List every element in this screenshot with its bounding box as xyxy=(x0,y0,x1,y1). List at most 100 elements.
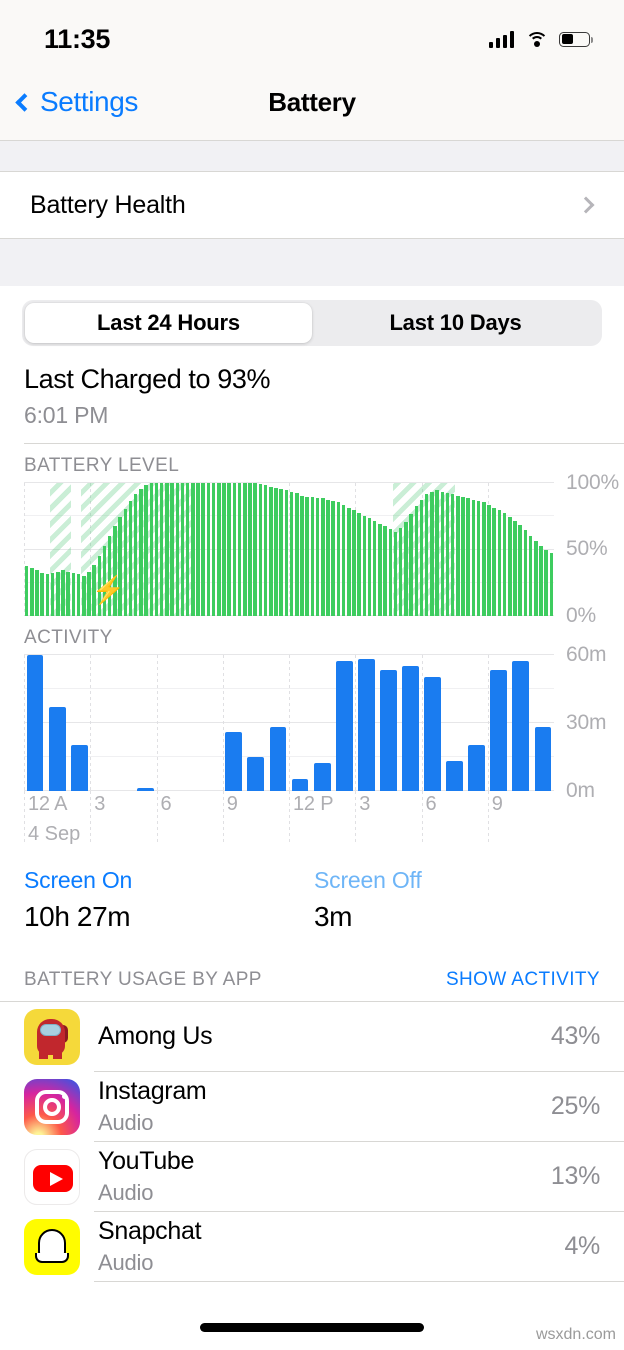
battery-usage-by-app-label: BATTERY USAGE BY APP xyxy=(24,968,262,990)
app-usage-list: Among Us 43% Instagram Audio 25% YouTube Audio… xyxy=(0,1000,624,1282)
chart-bar xyxy=(295,493,299,616)
show-activity-button[interactable]: SHOW ACTIVITY xyxy=(446,969,600,991)
y-axis-tick-label: 60m xyxy=(566,642,607,666)
x-axis-tick-label: 6 xyxy=(160,792,172,815)
grid-line-vertical xyxy=(421,790,423,845)
chart-bar xyxy=(497,510,502,616)
chart-bar xyxy=(534,541,538,616)
app-text-block: YouTube Audio xyxy=(98,1147,551,1206)
app-subtitle: Audio xyxy=(98,1110,154,1135)
chart-bar xyxy=(154,482,159,616)
x-axis-tick-label: 3 xyxy=(359,792,371,815)
app-battery-percent: 43% xyxy=(550,1022,600,1050)
chart-bar xyxy=(310,497,315,616)
chart-bar xyxy=(269,486,273,616)
chart-bar xyxy=(133,494,138,616)
grid-line-vertical xyxy=(156,790,158,845)
last-charged-block: Last Charged to 93% 6:01 PM xyxy=(0,346,624,429)
chart-bar xyxy=(159,482,164,616)
chart-bar xyxy=(144,485,148,616)
chart-bar xyxy=(513,521,517,616)
chart-bar xyxy=(440,491,445,616)
chart-bar xyxy=(456,495,460,616)
segment-last-10-days[interactable]: Last 10 Days xyxy=(312,303,599,343)
app-usage-row[interactable]: Instagram Audio 25% xyxy=(0,1072,624,1142)
screen-time-stats: Screen On 10h 27m Screen Off 3m xyxy=(0,845,624,933)
screen-on-label[interactable]: Screen On xyxy=(24,867,314,894)
x-axis-tick-label: 12 A xyxy=(28,792,68,815)
chart-bar xyxy=(139,489,143,616)
chart-bar xyxy=(490,670,508,791)
chart-bar xyxy=(48,706,66,791)
chart-bar xyxy=(76,574,81,616)
cellular-bars-icon xyxy=(488,30,514,48)
app-text-block: Snapchat Audio xyxy=(98,1217,564,1276)
chart-bar xyxy=(419,499,424,616)
activity-chart: ACTIVITY 0m 30m 60m 12 A 3 6 9 12 P 3 6 9 4 Sep xyxy=(0,616,624,845)
chart-bar xyxy=(450,494,455,616)
y-axis-tick-label: 0m xyxy=(566,778,595,802)
chart-bar xyxy=(508,517,512,616)
grid-line-vertical xyxy=(222,790,224,845)
app-usage-row[interactable]: Snapchat Audio 4% xyxy=(0,1212,624,1282)
battery-health-row[interactable]: Battery Health xyxy=(0,171,624,239)
chart-bar xyxy=(56,571,60,616)
time-range-segmented-control[interactable]: Last 24 Hours Last 10 Days xyxy=(22,300,602,346)
app-battery-percent: 25% xyxy=(550,1092,600,1120)
chart-bar xyxy=(185,482,190,616)
chart-bar xyxy=(331,501,335,616)
screen-off-label[interactable]: Screen Off xyxy=(314,867,604,894)
chart-bar xyxy=(379,670,397,791)
app-battery-percent: 13% xyxy=(550,1162,600,1190)
battery-health-label: Battery Health xyxy=(30,190,186,219)
chart-bar xyxy=(461,497,465,616)
battery-level-y-axis: 0% 50% 100% xyxy=(558,471,624,627)
chart-bar xyxy=(468,745,486,791)
screen-off-value: 3m xyxy=(314,900,353,932)
chart-bar xyxy=(430,491,434,616)
app-usage-row[interactable]: YouTube Audio 13% xyxy=(0,1142,624,1212)
chart-bar xyxy=(315,498,320,616)
x-axis-tick-label: 3 xyxy=(94,792,106,815)
x-axis-tick-label: 9 xyxy=(226,792,238,815)
chart-bar xyxy=(446,761,463,791)
battery-usage-card: Last 24 Hours Last 10 Days Last Charged … xyxy=(0,300,624,1286)
chart-bar xyxy=(248,482,252,616)
app-subtitle: Audio xyxy=(98,1180,154,1205)
activity-plot-wrap: 0m 30m 60m xyxy=(24,643,606,802)
charging-bolt-icon: ⚡ xyxy=(91,574,126,605)
chart-bar xyxy=(372,521,377,616)
chart-bar xyxy=(326,499,330,616)
back-button-label: Settings xyxy=(40,86,138,117)
chart-bar xyxy=(539,546,543,616)
chart-bar xyxy=(243,482,247,616)
chart-bar xyxy=(549,553,554,616)
activity-x-axis: 12 A 3 6 9 12 P 3 6 9 4 Sep xyxy=(24,790,554,845)
app-usage-row[interactable]: Among Us 43% xyxy=(0,1002,624,1072)
chart-bar xyxy=(149,482,154,616)
chart-bar xyxy=(217,482,221,616)
grid-line-vertical xyxy=(222,654,224,791)
chart-bar xyxy=(289,491,294,616)
chart-bar xyxy=(232,482,237,616)
status-bar-time: 11:35 xyxy=(44,23,111,54)
chart-bar xyxy=(258,483,263,616)
chart-bar xyxy=(71,572,76,616)
grid-line-vertical xyxy=(355,790,357,845)
segment-last-24-hours[interactable]: Last 24 Hours xyxy=(25,303,312,343)
chart-bar xyxy=(388,529,393,616)
chart-bar xyxy=(35,570,39,616)
chart-bar xyxy=(335,661,353,791)
chart-bar xyxy=(466,498,471,616)
chart-bar xyxy=(402,665,419,791)
chart-bar xyxy=(269,727,287,791)
chart-bar xyxy=(201,482,206,616)
chart-bar xyxy=(191,482,195,616)
back-button[interactable]: Settings xyxy=(0,86,138,118)
home-indicator[interactable] xyxy=(200,1323,424,1332)
chart-bar xyxy=(300,495,304,616)
chart-bar xyxy=(482,502,486,616)
x-axis-date-label: 4 Sep xyxy=(28,822,81,845)
chart-bar xyxy=(175,482,180,616)
chart-bar xyxy=(170,482,174,616)
